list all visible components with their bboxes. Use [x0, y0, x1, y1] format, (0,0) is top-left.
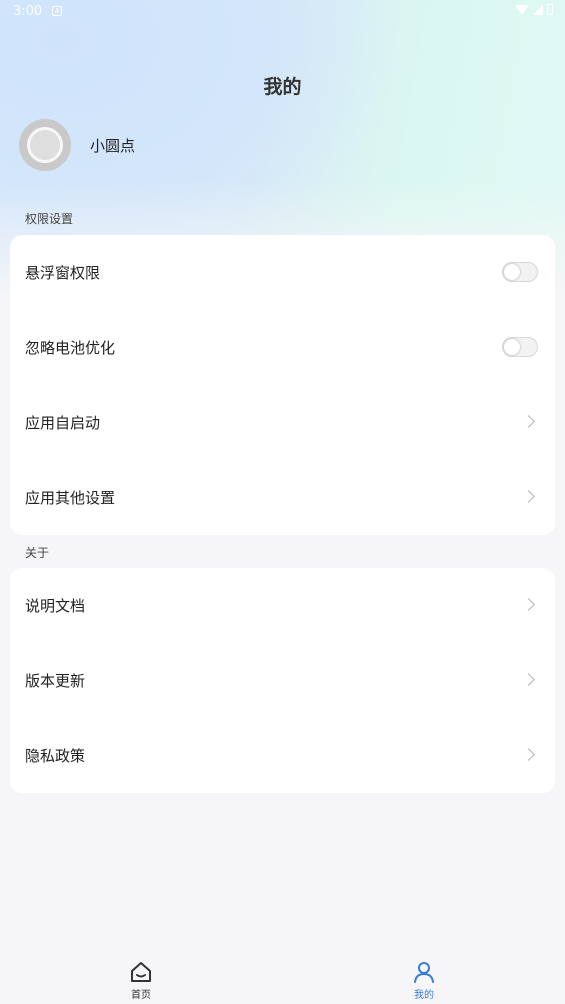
tab-label: 我的: [414, 990, 434, 1001]
bottom-tab-bar: 首页 我的: [0, 954, 565, 1004]
battery-optimization-toggle[interactable]: [502, 337, 538, 357]
profile-name: 小圆点: [90, 136, 136, 155]
status-bar: 3:00 A: [0, 0, 565, 24]
row-label: 忽略电池优化: [25, 339, 116, 357]
row-label: 应用其他设置: [25, 489, 116, 507]
chevron-right-icon: [522, 598, 535, 611]
section-label-permissions: 权限设置: [25, 212, 74, 226]
privacy-policy-row[interactable]: 隐私政策: [10, 718, 555, 793]
profile-header[interactable]: 小圆点: [19, 119, 135, 171]
floating-window-permission-row[interactable]: 悬浮窗权限: [10, 235, 555, 310]
section-label-about: 关于: [25, 546, 50, 560]
battery-icon: [547, 4, 553, 15]
chevron-right-icon: [522, 415, 535, 428]
row-label: 应用自启动: [25, 414, 101, 432]
notification-icon: A: [52, 6, 62, 16]
documentation-row[interactable]: 说明文档: [10, 568, 555, 643]
chevron-right-icon: [522, 490, 535, 503]
avatar-dot-icon: [27, 127, 63, 163]
row-label: 说明文档: [25, 597, 86, 615]
avatar[interactable]: [19, 119, 71, 171]
page-title: 我的: [263, 76, 302, 98]
app-autostart-row[interactable]: 应用自启动: [10, 385, 555, 460]
row-label: 版本更新: [25, 672, 86, 690]
floating-window-toggle[interactable]: [502, 262, 538, 282]
row-label: 悬浮窗权限: [25, 264, 101, 282]
tab-mine[interactable]: 我的: [384, 954, 464, 1001]
ignore-battery-optimization-row[interactable]: 忽略电池优化: [10, 310, 555, 385]
wifi-icon: [515, 4, 529, 15]
signal-icon: [533, 4, 543, 15]
user-icon: [414, 962, 434, 983]
version-update-row[interactable]: 版本更新: [10, 643, 555, 718]
app-other-settings-row[interactable]: 应用其他设置: [10, 460, 555, 535]
tab-home[interactable]: 首页: [101, 954, 181, 1001]
permissions-card: 悬浮窗权限 忽略电池优化 应用自启动 应用其他设置: [10, 235, 555, 535]
toggle-knob: [504, 339, 520, 355]
status-indicators: [515, 4, 553, 15]
row-label: 隐私政策: [25, 747, 86, 765]
chevron-right-icon: [522, 748, 535, 761]
about-card: 说明文档 版本更新 隐私政策: [10, 568, 555, 793]
status-time: 3:00: [13, 4, 43, 19]
home-icon: [131, 962, 151, 982]
tab-label: 首页: [131, 990, 151, 1001]
chevron-right-icon: [522, 673, 535, 686]
toggle-knob: [504, 264, 520, 280]
